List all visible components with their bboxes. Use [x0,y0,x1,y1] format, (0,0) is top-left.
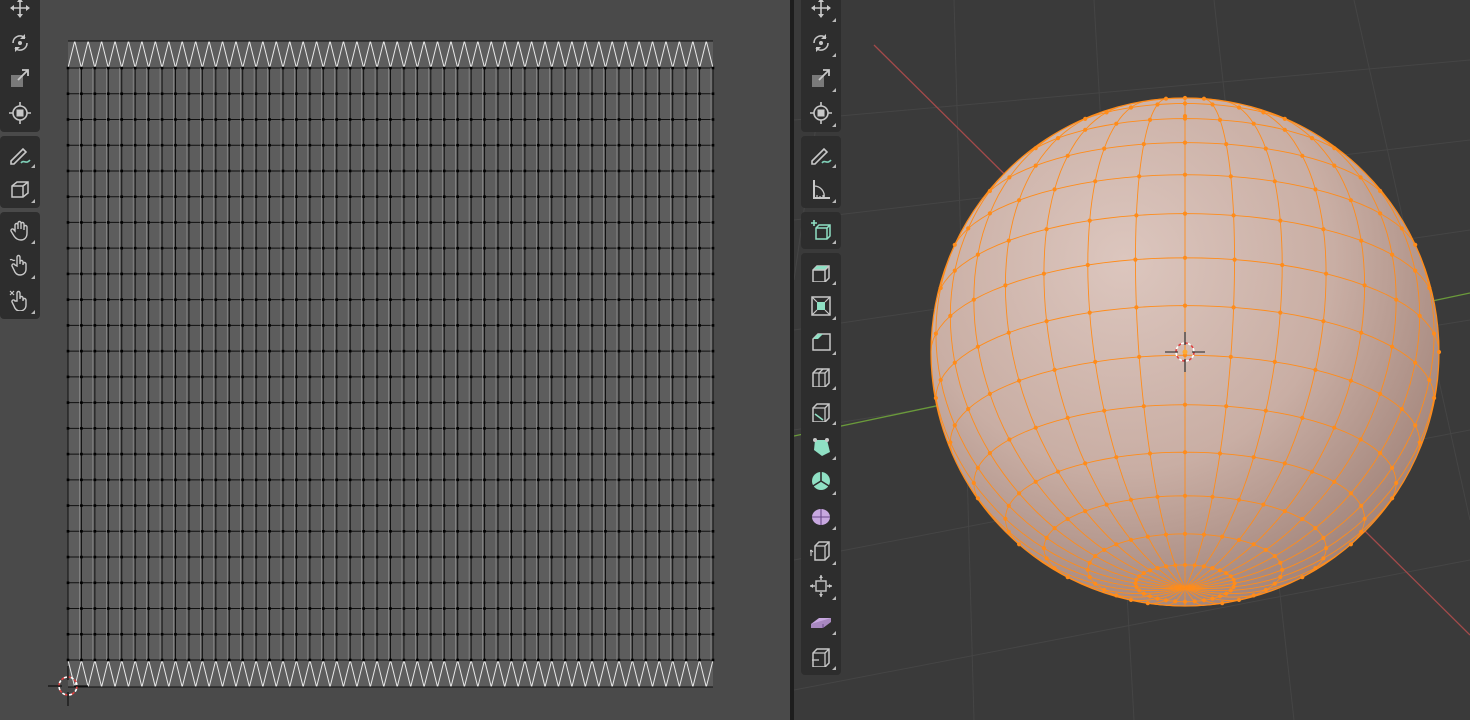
move-tool[interactable] [3,0,37,25]
move-icon [10,0,30,18]
toolbar-group [0,0,40,132]
toolbar-group [801,136,841,208]
grab-hand-tool[interactable] [3,213,37,247]
measure-tool[interactable] [804,172,838,206]
annotate-icon [10,147,31,165]
scale-tool[interactable] [3,61,37,95]
cursor-cube-icon [11,181,29,198]
loop-cut-icon [812,368,830,387]
relax-hand-tool[interactable] [3,248,37,282]
spin-tool[interactable] [804,464,838,498]
rotate-icon [813,34,829,52]
knife-icon [812,403,830,422]
move-icon [811,0,831,18]
toolbar-group [0,136,40,208]
edge-slide-tool[interactable] [804,534,838,568]
extrude-tool[interactable] [804,254,838,288]
poly-build-tool[interactable] [804,429,838,463]
annotate-tool[interactable] [804,137,838,171]
bevel-icon [812,333,831,351]
poly-build-icon [813,438,830,456]
uv-toolbar [0,0,40,323]
extrude-icon [812,265,830,282]
add-cube-tool[interactable] [804,213,838,247]
loop-cut-tool[interactable] [804,359,838,393]
move-tool[interactable] [804,0,838,25]
shear-tool[interactable] [804,604,838,638]
transform-tool[interactable] [804,96,838,130]
scale-tool[interactable] [804,61,838,95]
grab-hand-icon [10,220,28,241]
viewport-canvas[interactable] [794,0,1470,720]
toolbar-group [0,212,40,319]
viewport-toolbar [801,0,841,679]
pinch-hand-tool[interactable] [3,283,37,317]
rotate-icon [12,34,28,52]
annotate-tool[interactable] [3,137,37,171]
toolbar-group [801,253,841,675]
smooth-icon [812,509,830,525]
spin-icon [812,472,830,490]
measure-icon [813,180,830,199]
rotate-tool[interactable] [3,26,37,60]
3d-viewport[interactable] [794,0,1470,720]
inset-icon [811,296,831,316]
toolbar-group [801,212,841,249]
uv-editor[interactable] [0,0,790,720]
cursor-cube-tool[interactable] [3,172,37,206]
rip-region-tool[interactable] [804,639,838,673]
transform-icon [810,102,832,124]
knife-tool[interactable] [804,394,838,428]
rip-region-icon [812,648,830,667]
inset-tool[interactable] [804,289,838,323]
pinch-hand-icon [9,290,27,311]
smooth-tool[interactable] [804,499,838,533]
annotate-icon [811,147,832,165]
shrink-fatten-tool[interactable] [804,569,838,603]
add-cube-icon [811,220,831,240]
shrink-fatten-icon [810,575,832,597]
uv-canvas[interactable] [0,0,790,720]
scale-icon [11,69,29,87]
transform-icon [9,102,31,124]
toolbar-group [801,0,841,132]
scale-icon [812,69,830,87]
shear-icon [811,618,831,628]
edge-slide-icon [810,541,830,561]
relax-hand-icon [9,254,27,276]
transform-tool[interactable] [3,96,37,130]
bevel-tool[interactable] [804,324,838,358]
rotate-tool[interactable] [804,26,838,60]
